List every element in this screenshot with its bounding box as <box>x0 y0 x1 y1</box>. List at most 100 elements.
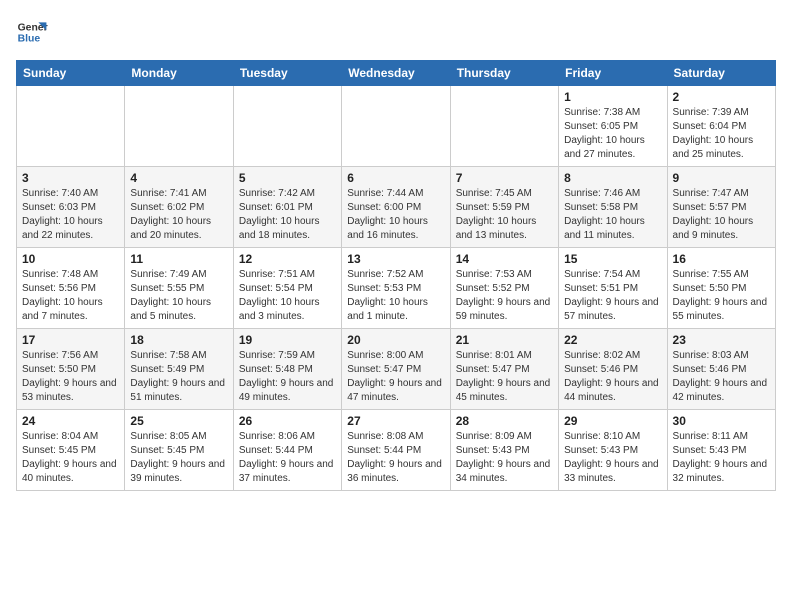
day-info: Sunrise: 8:04 AM Sunset: 5:45 PM Dayligh… <box>22 430 119 486</box>
logo-icon: General Blue <box>16 16 48 48</box>
day-number: 18 <box>130 333 227 347</box>
day-cell: 28 Sunrise: 8:09 AM Sunset: 5:43 PM Dayli… <box>450 410 558 491</box>
day-info: Sunrise: 7:45 AM Sunset: 5:59 PM Dayligh… <box>456 187 553 243</box>
weekday-header-friday: Friday <box>559 61 667 86</box>
day-info: Sunrise: 8:01 AM Sunset: 5:47 PM Dayligh… <box>456 349 553 405</box>
day-info: Sunrise: 7:41 AM Sunset: 6:02 PM Dayligh… <box>130 187 227 243</box>
day-number: 3 <box>22 171 119 185</box>
day-cell: 4 Sunrise: 7:41 AM Sunset: 6:02 PM Daylig… <box>125 167 233 248</box>
day-info: Sunrise: 7:58 AM Sunset: 5:49 PM Dayligh… <box>130 349 227 405</box>
day-number: 14 <box>456 252 553 266</box>
day-info: Sunrise: 7:46 AM Sunset: 5:58 PM Dayligh… <box>564 187 661 243</box>
day-info: Sunrise: 8:08 AM Sunset: 5:44 PM Dayligh… <box>347 430 444 486</box>
day-cell <box>125 86 233 167</box>
day-number: 26 <box>239 414 336 428</box>
day-number: 28 <box>456 414 553 428</box>
day-cell: 11 Sunrise: 7:49 AM Sunset: 5:55 PM Dayli… <box>125 248 233 329</box>
calendar-table: SundayMondayTuesdayWednesdayThursdayFrid… <box>16 60 776 491</box>
day-cell: 13 Sunrise: 7:52 AM Sunset: 5:53 PM Dayli… <box>342 248 450 329</box>
weekday-header-saturday: Saturday <box>667 61 775 86</box>
day-number: 21 <box>456 333 553 347</box>
day-cell: 30 Sunrise: 8:11 AM Sunset: 5:43 PM Dayli… <box>667 410 775 491</box>
day-info: Sunrise: 7:38 AM Sunset: 6:05 PM Dayligh… <box>564 106 661 162</box>
day-number: 20 <box>347 333 444 347</box>
day-number: 22 <box>564 333 661 347</box>
day-number: 16 <box>673 252 770 266</box>
day-info: Sunrise: 7:44 AM Sunset: 6:00 PM Dayligh… <box>347 187 444 243</box>
day-number: 13 <box>347 252 444 266</box>
day-info: Sunrise: 8:09 AM Sunset: 5:43 PM Dayligh… <box>456 430 553 486</box>
day-cell: 1 Sunrise: 7:38 AM Sunset: 6:05 PM Daylig… <box>559 86 667 167</box>
day-cell <box>233 86 341 167</box>
day-info: Sunrise: 8:11 AM Sunset: 5:43 PM Dayligh… <box>673 430 770 486</box>
day-info: Sunrise: 7:40 AM Sunset: 6:03 PM Dayligh… <box>22 187 119 243</box>
day-cell: 21 Sunrise: 8:01 AM Sunset: 5:47 PM Dayli… <box>450 329 558 410</box>
weekday-header-sunday: Sunday <box>17 61 125 86</box>
day-cell: 20 Sunrise: 8:00 AM Sunset: 5:47 PM Dayli… <box>342 329 450 410</box>
day-number: 24 <box>22 414 119 428</box>
day-info: Sunrise: 7:56 AM Sunset: 5:50 PM Dayligh… <box>22 349 119 405</box>
day-info: Sunrise: 7:54 AM Sunset: 5:51 PM Dayligh… <box>564 268 661 324</box>
week-row-4: 17 Sunrise: 7:56 AM Sunset: 5:50 PM Dayli… <box>17 329 776 410</box>
day-info: Sunrise: 7:55 AM Sunset: 5:50 PM Dayligh… <box>673 268 770 324</box>
day-number: 27 <box>347 414 444 428</box>
day-number: 9 <box>673 171 770 185</box>
day-number: 25 <box>130 414 227 428</box>
day-info: Sunrise: 7:51 AM Sunset: 5:54 PM Dayligh… <box>239 268 336 324</box>
logo: General Blue <box>16 16 48 48</box>
day-info: Sunrise: 8:10 AM Sunset: 5:43 PM Dayligh… <box>564 430 661 486</box>
day-number: 29 <box>564 414 661 428</box>
day-cell <box>450 86 558 167</box>
weekday-header-tuesday: Tuesday <box>233 61 341 86</box>
week-row-1: 1 Sunrise: 7:38 AM Sunset: 6:05 PM Daylig… <box>17 86 776 167</box>
day-info: Sunrise: 7:48 AM Sunset: 5:56 PM Dayligh… <box>22 268 119 324</box>
day-number: 11 <box>130 252 227 266</box>
day-number: 6 <box>347 171 444 185</box>
day-info: Sunrise: 8:06 AM Sunset: 5:44 PM Dayligh… <box>239 430 336 486</box>
weekday-header-thursday: Thursday <box>450 61 558 86</box>
day-number: 15 <box>564 252 661 266</box>
day-cell: 18 Sunrise: 7:58 AM Sunset: 5:49 PM Dayli… <box>125 329 233 410</box>
day-number: 17 <box>22 333 119 347</box>
day-number: 7 <box>456 171 553 185</box>
day-cell: 8Sunrise: 7:46 AM Sunset: 5:58 PM Daylig… <box>559 167 667 248</box>
day-cell: 26 Sunrise: 8:06 AM Sunset: 5:44 PM Dayli… <box>233 410 341 491</box>
day-number: 19 <box>239 333 336 347</box>
day-cell: 7 Sunrise: 7:45 AM Sunset: 5:59 PM Daylig… <box>450 167 558 248</box>
week-row-3: 10 Sunrise: 7:48 AM Sunset: 5:56 PM Dayli… <box>17 248 776 329</box>
day-info: Sunrise: 8:05 AM Sunset: 5:45 PM Dayligh… <box>130 430 227 486</box>
weekday-header-monday: Monday <box>125 61 233 86</box>
day-number: 5 <box>239 171 336 185</box>
week-row-5: 24 Sunrise: 8:04 AM Sunset: 5:45 PM Dayli… <box>17 410 776 491</box>
day-cell: 14 Sunrise: 7:53 AM Sunset: 5:52 PM Dayli… <box>450 248 558 329</box>
day-cell: 27 Sunrise: 8:08 AM Sunset: 5:44 PM Dayli… <box>342 410 450 491</box>
day-cell: 29 Sunrise: 8:10 AM Sunset: 5:43 PM Dayli… <box>559 410 667 491</box>
day-number: 10 <box>22 252 119 266</box>
day-cell: 6 Sunrise: 7:44 AM Sunset: 6:00 PM Daylig… <box>342 167 450 248</box>
day-number: 1 <box>564 90 661 104</box>
day-number: 4 <box>130 171 227 185</box>
day-cell: 22Sunrise: 8:02 AM Sunset: 5:46 PM Dayli… <box>559 329 667 410</box>
day-info: Sunrise: 7:53 AM Sunset: 5:52 PM Dayligh… <box>456 268 553 324</box>
day-cell: 16 Sunrise: 7:55 AM Sunset: 5:50 PM Dayli… <box>667 248 775 329</box>
day-cell: 2Sunrise: 7:39 AM Sunset: 6:04 PM Daylig… <box>667 86 775 167</box>
day-info: Sunrise: 8:03 AM Sunset: 5:46 PM Dayligh… <box>673 349 770 405</box>
day-number: 2 <box>673 90 770 104</box>
day-number: 30 <box>673 414 770 428</box>
day-info: Sunrise: 7:47 AM Sunset: 5:57 PM Dayligh… <box>673 187 770 243</box>
weekday-header-wednesday: Wednesday <box>342 61 450 86</box>
day-info: Sunrise: 7:49 AM Sunset: 5:55 PM Dayligh… <box>130 268 227 324</box>
day-cell: 19Sunrise: 7:59 AM Sunset: 5:48 PM Dayli… <box>233 329 341 410</box>
day-cell: 17 Sunrise: 7:56 AM Sunset: 5:50 PM Dayli… <box>17 329 125 410</box>
day-cell <box>342 86 450 167</box>
day-cell: 9 Sunrise: 7:47 AM Sunset: 5:57 PM Daylig… <box>667 167 775 248</box>
day-info: Sunrise: 8:00 AM Sunset: 5:47 PM Dayligh… <box>347 349 444 405</box>
weekday-header-row: SundayMondayTuesdayWednesdayThursdayFrid… <box>17 61 776 86</box>
day-number: 12 <box>239 252 336 266</box>
day-cell: 15 Sunrise: 7:54 AM Sunset: 5:51 PM Dayli… <box>559 248 667 329</box>
day-info: Sunrise: 7:52 AM Sunset: 5:53 PM Dayligh… <box>347 268 444 324</box>
day-cell: 5 Sunrise: 7:42 AM Sunset: 6:01 PM Daylig… <box>233 167 341 248</box>
day-info: Sunrise: 7:42 AM Sunset: 6:01 PM Dayligh… <box>239 187 336 243</box>
day-number: 23 <box>673 333 770 347</box>
svg-text:Blue: Blue <box>18 34 41 45</box>
